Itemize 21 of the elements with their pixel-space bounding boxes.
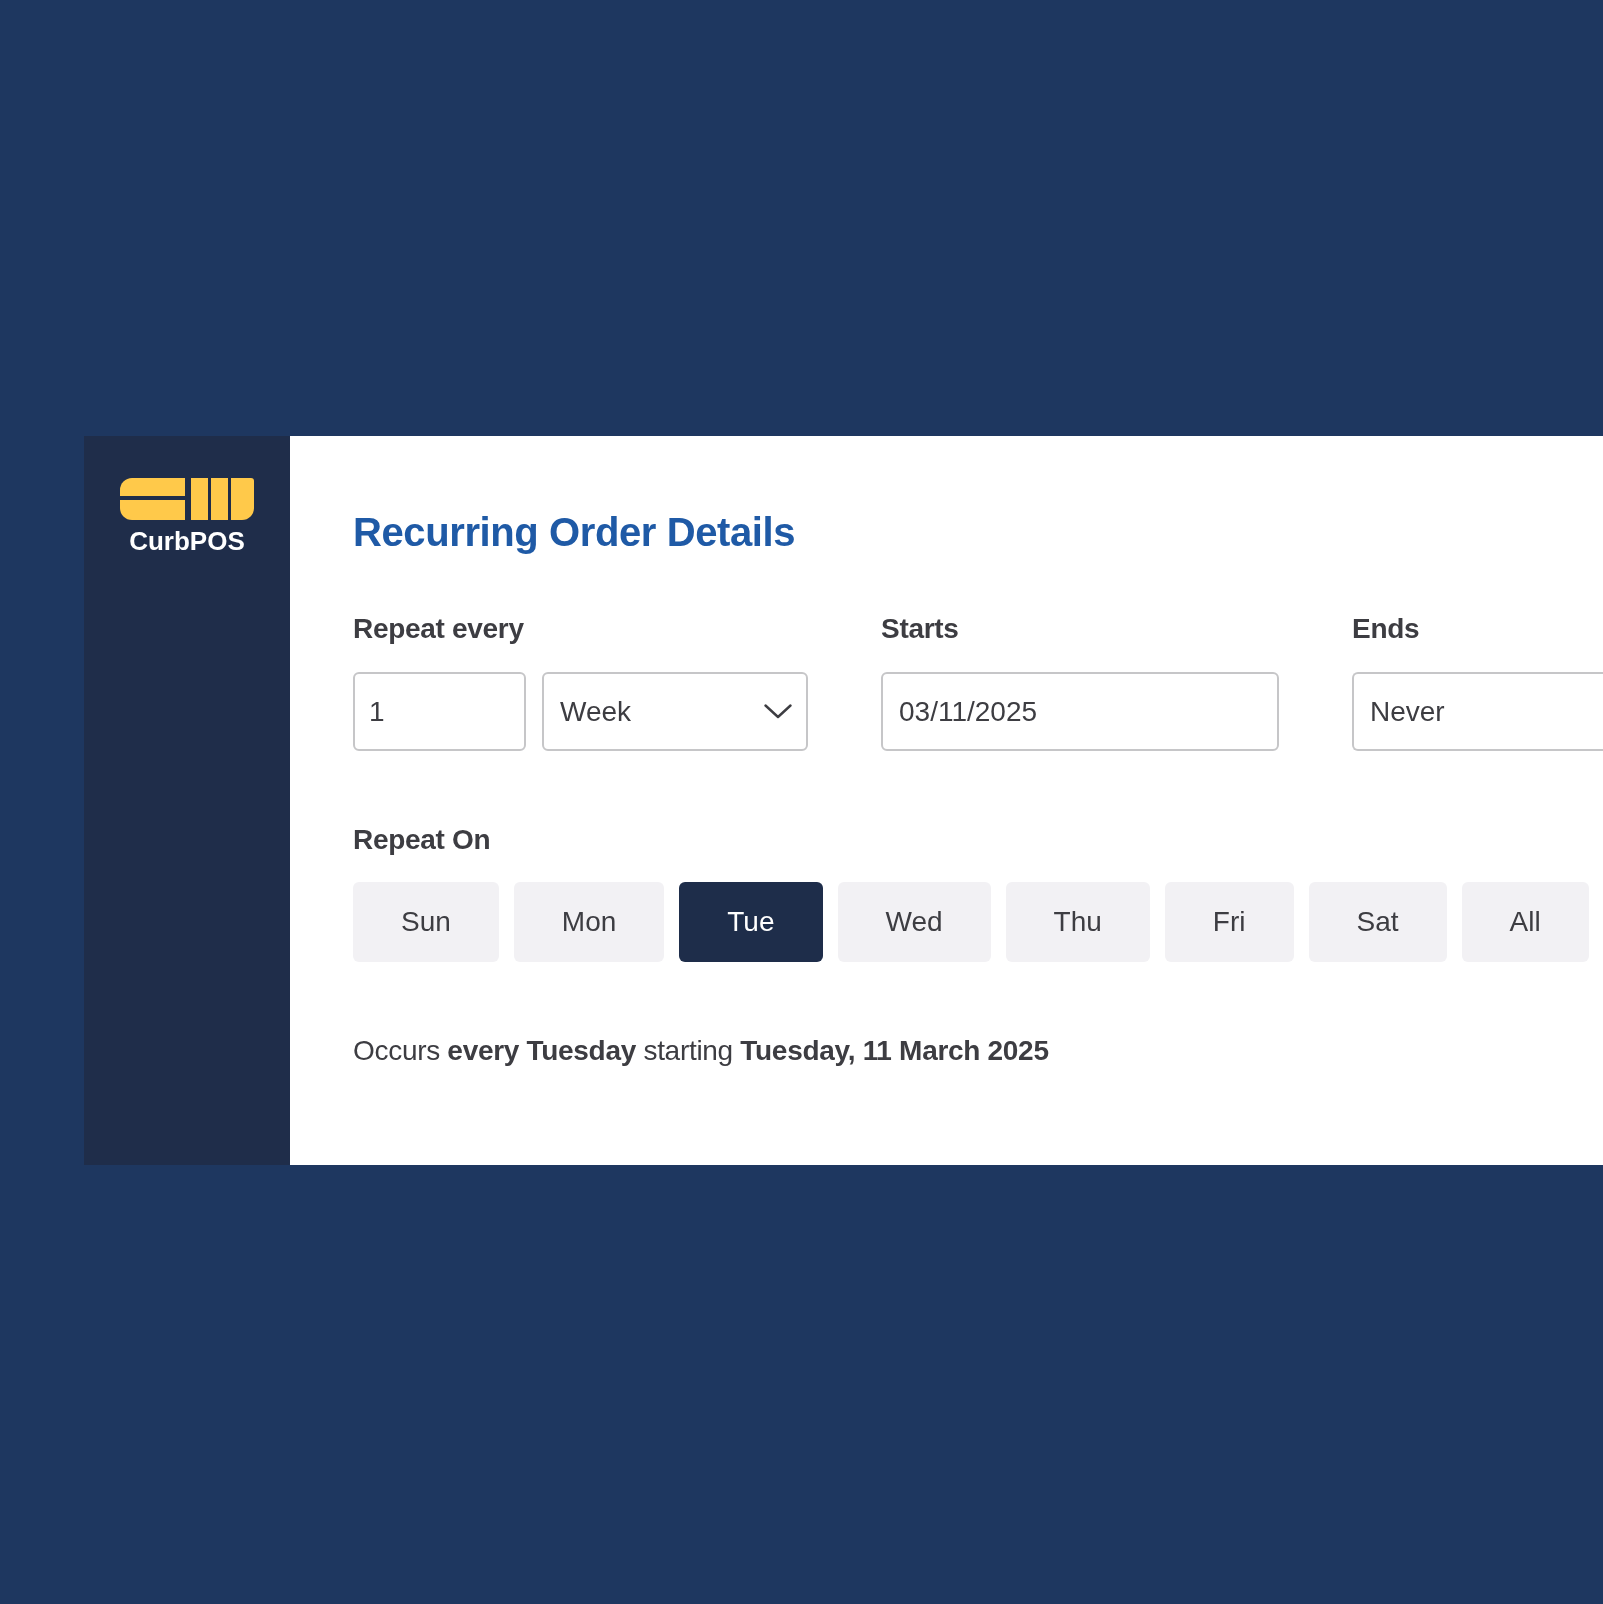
day-button[interactable]: Sat bbox=[1308, 882, 1447, 962]
day-button[interactable]: Thu bbox=[1005, 882, 1150, 962]
page-title: Recurring Order Details bbox=[353, 509, 796, 556]
start-date-field[interactable]: 03/11/2025 bbox=[881, 672, 1279, 751]
section-label: Repeat On bbox=[353, 824, 491, 856]
chevron-down-icon bbox=[764, 704, 792, 719]
day-button[interactable]: All bbox=[1461, 882, 1589, 962]
field-label: Starts bbox=[881, 613, 959, 645]
end-field[interactable]: Never bbox=[1352, 672, 1603, 751]
unit-dropdown[interactable]: Week bbox=[542, 672, 808, 751]
summary-text: Occurs every Tuesday starting Tuesday, 11 March 2025 bbox=[353, 1035, 1049, 1067]
brand-name: CurbPOS bbox=[129, 526, 245, 556]
day-button[interactable]: Fri bbox=[1164, 882, 1294, 962]
field-label: Repeat every bbox=[353, 613, 524, 645]
day-button[interactable]: Wed bbox=[837, 882, 991, 962]
day-button[interactable]: Sun bbox=[353, 882, 499, 962]
count-field[interactable]: 1 bbox=[353, 672, 526, 751]
logo-icon bbox=[120, 478, 254, 520]
day-button[interactable]: Mon bbox=[513, 882, 665, 962]
field-label: Ends bbox=[1352, 613, 1420, 645]
day-button[interactable]: Tue bbox=[679, 882, 823, 962]
